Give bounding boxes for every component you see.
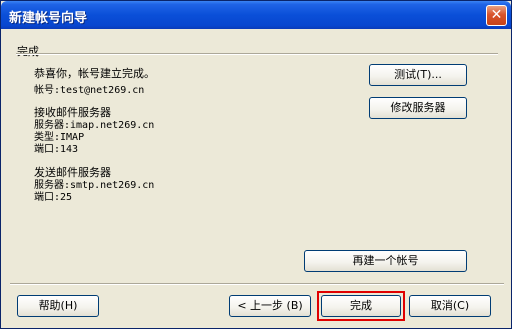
new-account-button[interactable]: 再建一个帐号 (304, 250, 467, 272)
finish-highlight-box (317, 291, 405, 321)
outgoing-port-text: 端口:25 (34, 192, 73, 203)
incoming-type-text: 类型:IMAP (34, 132, 85, 143)
incoming-server-header: 接收邮件服务器 (34, 106, 111, 119)
cancel-button[interactable]: 取消(C) (409, 295, 491, 317)
congrats-text: 恭喜你，帐号建立完成。 (34, 67, 155, 80)
footer-divider (10, 283, 504, 285)
new-account-wizard-dialog: 新建帐号向导 ✕ 完成 恭喜你，帐号建立完成。 帐号:test@net269.c… (0, 0, 512, 329)
incoming-server-text: 服务器:imap.net269.cn (34, 120, 155, 131)
incoming-port-text: 端口:143 (34, 144, 79, 155)
help-button[interactable]: 帮助(H) (17, 295, 99, 317)
section-divider (16, 53, 498, 55)
title-bar[interactable]: 新建帐号向导 ✕ (1, 1, 511, 29)
back-button[interactable]: < 上一步 (B) (229, 295, 311, 317)
window-title: 新建帐号向导 (9, 11, 88, 26)
test-button[interactable]: 测试(T)... (369, 64, 467, 86)
outgoing-server-header: 发送邮件服务器 (34, 166, 111, 179)
outgoing-server-text: 服务器:smtp.net269.cn (34, 180, 155, 191)
section-title: 完成 (17, 45, 39, 58)
account-text: 帐号:test@net269.cn (34, 85, 145, 96)
close-icon[interactable]: ✕ (486, 5, 507, 26)
modify-server-button[interactable]: 修改服务器 (369, 97, 467, 119)
